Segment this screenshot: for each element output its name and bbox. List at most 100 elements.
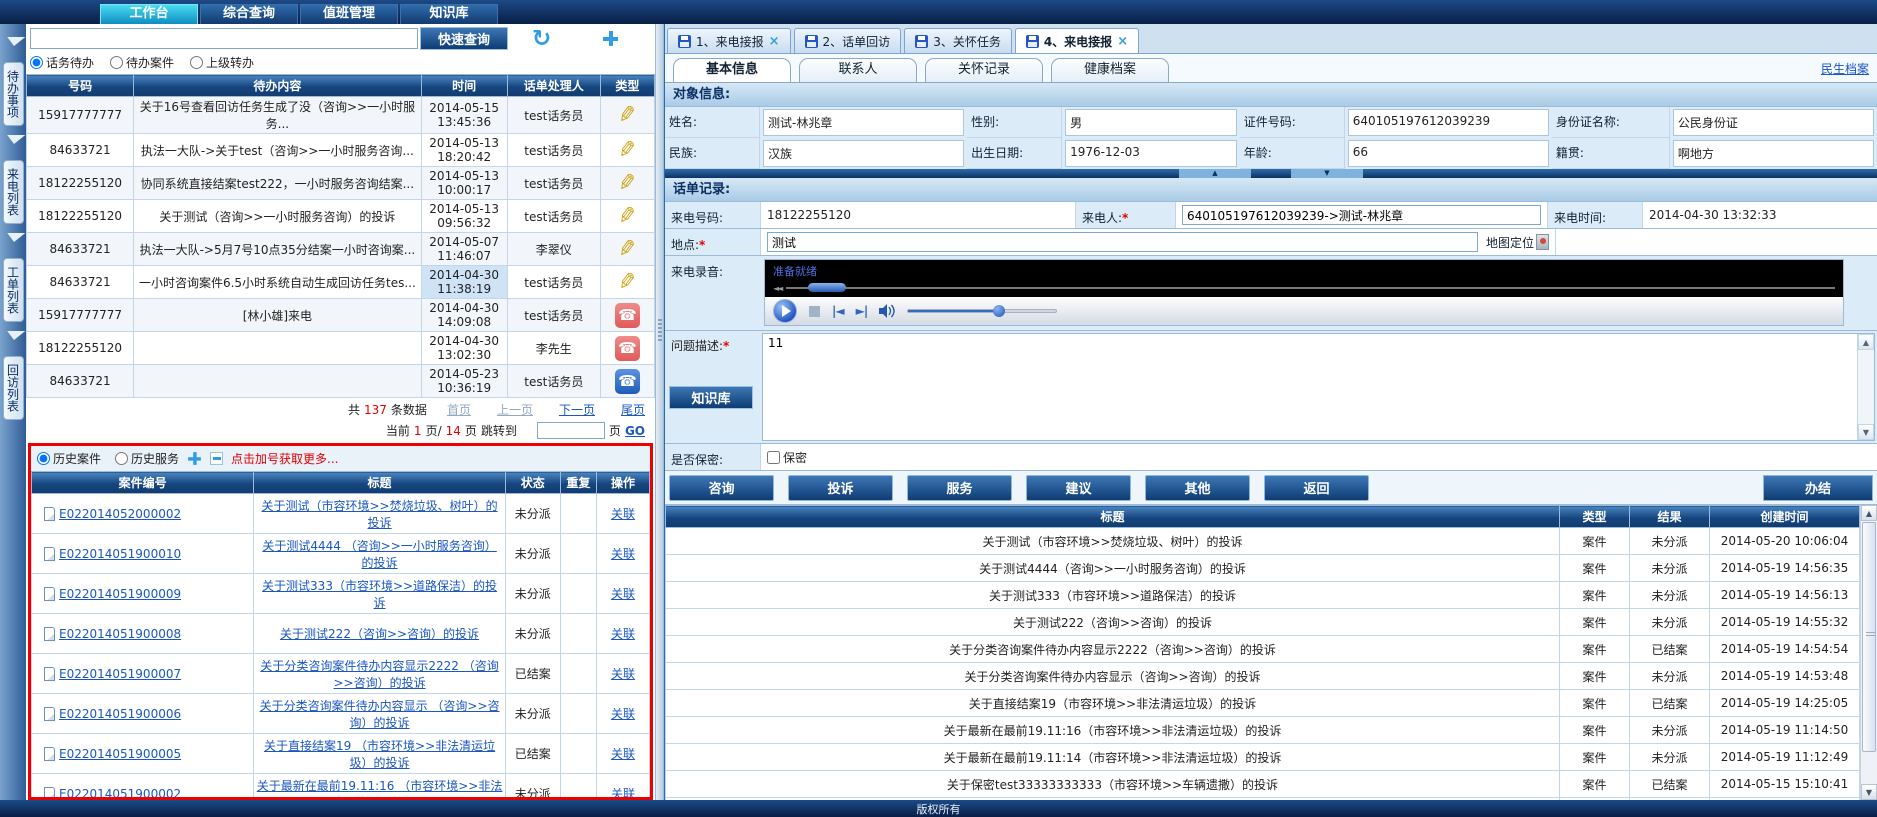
pager-link[interactable]: 上一页 xyxy=(497,401,533,418)
table-row[interactable]: 关于测试222（咨询>>咨询）的投诉 案件 未分派 2014-05-19 14:… xyxy=(666,609,1860,636)
map-locate-button[interactable]: 地图定位 xyxy=(1486,234,1549,251)
table-row[interactable]: 关于测试4444（咨询>>一小时服务咨询）的投诉 案件 未分派 2014-05-… xyxy=(666,555,1860,582)
table-row[interactable]: 关于分类咨询案件待办内容显示（咨询>>咨询）的投诉 案件 未分派 2014-05… xyxy=(666,663,1860,690)
case-id-link[interactable]: E022014051900002 xyxy=(59,787,181,801)
table-row[interactable]: 84633721 2014-05-23 10:36:19 test话务员 xyxy=(27,365,655,398)
table-row[interactable]: 关于分类咨询案件待办内容显示2222（咨询>>咨询）的投诉 案件 已结案 201… xyxy=(666,636,1860,663)
action-button[interactable]: 服务 xyxy=(907,475,1012,501)
table-row[interactable]: ▶ E022014051900009 关于测试333（市容环境>>道路保洁）的投… xyxy=(32,574,650,614)
search-input[interactable] xyxy=(30,28,418,49)
type-icon[interactable] xyxy=(615,336,640,361)
case-id-link[interactable]: E022014052000002 xyxy=(59,507,181,521)
todo-filter-radio[interactable]: 话务待办 xyxy=(30,54,94,71)
case-id-link[interactable]: E022014051900005 xyxy=(59,747,181,761)
info-subtab[interactable]: 关怀记录 xyxy=(925,58,1043,82)
case-title-link[interactable]: 关于分类咨询案件待办内容显示 （咨询>>咨询）的投诉 xyxy=(260,699,500,730)
pager-link[interactable]: 尾页 xyxy=(621,401,645,418)
radio-input[interactable] xyxy=(30,56,43,69)
quick-search-button[interactable]: 快速查询 xyxy=(420,27,508,50)
history-filter-radio[interactable]: 历史案件 xyxy=(37,450,101,467)
description-textarea[interactable]: 11 xyxy=(763,334,1857,440)
case-title-link[interactable]: 关于最新在最前19.11:16 （市容环境>>非法清运垃圾）的投诉 xyxy=(257,779,503,801)
case-title-link[interactable]: 关于测试333（市容环境>>道路保洁）的投诉 xyxy=(262,579,497,610)
case-id-link[interactable]: E022014051900009 xyxy=(59,587,181,601)
address-input[interactable] xyxy=(767,232,1478,252)
table-row[interactable]: 关于保密test33333333333（市容环境>>车辆遗撒）的投诉 案件 已结… xyxy=(666,771,1860,798)
type-icon[interactable] xyxy=(615,303,640,328)
table-row[interactable]: 关于最新在最前19.11:16（市容环境>>非法清运垃圾）的投诉 案件 未分派 … xyxy=(666,717,1860,744)
todo-filter-radio[interactable]: 待办案件 xyxy=(110,54,174,71)
nav-tab[interactable]: 值班管理 xyxy=(300,4,398,24)
session-tab[interactable]: 3、关怀任务 xyxy=(904,28,1012,53)
expand-more-icon[interactable] xyxy=(188,452,201,465)
scroll-down-icon[interactable]: ▼ xyxy=(1858,424,1874,440)
seek-bar[interactable]: ◄◄ xyxy=(773,283,1835,293)
info-subtab[interactable]: 基本信息 xyxy=(673,58,791,82)
pager-link[interactable]: 下一页 xyxy=(559,401,595,418)
sidebar-item[interactable]: 回访列表 xyxy=(3,356,24,420)
table-row[interactable]: ▶ E022014051900010 关于测试4444 （咨询>>一小时服务咨询… xyxy=(32,534,650,574)
case-title-link[interactable]: 关于测试（市容环境>>焚烧垃圾、树叶）的投诉 xyxy=(262,499,498,530)
volume-icon[interactable] xyxy=(879,304,895,318)
type-icon[interactable] xyxy=(618,204,636,229)
relate-link[interactable]: 关联 xyxy=(611,787,635,800)
next-button[interactable]: ►| xyxy=(856,304,868,318)
pager-link[interactable]: 首页 xyxy=(447,401,471,418)
collapse-icon[interactable] xyxy=(210,452,223,465)
results-scrollbar[interactable]: ▲ ▼ xyxy=(1860,505,1877,800)
type-icon[interactable] xyxy=(618,138,636,163)
table-row[interactable]: ▶ E022014051900002 关于最新在最前19.11:16 （市容环境… xyxy=(32,774,650,801)
session-tab[interactable]: 1、来电接报 × xyxy=(667,28,791,53)
panel-splitter[interactable] xyxy=(655,24,664,800)
table-row[interactable]: 18122255120 关于测试（咨询>>一小时服务咨询）的投诉 2014-05… xyxy=(27,200,655,233)
table-row[interactable]: ▶ E022014051900006 关于分类咨询案件待办内容显示 （咨询>>咨… xyxy=(32,694,650,734)
case-title-link[interactable]: 关于测试222（咨询>>咨询）的投诉 xyxy=(280,627,479,641)
case-id-link[interactable]: E022014051900006 xyxy=(59,707,181,721)
scrollbar-thumb[interactable] xyxy=(1862,522,1876,752)
relate-link[interactable]: 关联 xyxy=(611,707,635,721)
table-row[interactable]: 关于最新在最前19.11:14（市容环境>>非法清运垃圾）的投诉 案件 未分派 … xyxy=(666,744,1860,771)
table-row[interactable]: ▶ E022014051900005 关于直接结案19 （市容环境>>非法清运垃… xyxy=(32,734,650,774)
radio-input[interactable] xyxy=(115,452,128,465)
volume-thumb[interactable] xyxy=(993,305,1005,317)
checkbox-input[interactable] xyxy=(767,451,780,464)
sidebar-item[interactable]: 工单列表 xyxy=(3,258,24,322)
close-icon[interactable]: × xyxy=(769,34,780,49)
session-tab[interactable]: 4、来电接报 × xyxy=(1015,28,1139,53)
action-button[interactable]: 建议 xyxy=(1026,475,1131,501)
case-id-link[interactable]: E022014051900008 xyxy=(59,627,181,641)
horizontal-splitter[interactable]: ▲ ▼ xyxy=(665,169,1877,178)
table-row[interactable]: ▶ E022014051900008 关于测试222（咨询>>咨询）的投诉 未分… xyxy=(32,614,650,654)
callee-input[interactable] xyxy=(1182,205,1541,225)
table-row[interactable]: 15917777777 关于16号查看回访任务生成了没（咨询>>一小时服务...… xyxy=(27,97,655,134)
relate-link[interactable]: 关联 xyxy=(611,747,635,761)
close-icon[interactable]: × xyxy=(1117,34,1128,49)
previous-button[interactable]: |◄ xyxy=(832,304,844,318)
radio-input[interactable] xyxy=(190,56,203,69)
knowledge-base-button[interactable]: 知识库 xyxy=(669,386,753,409)
history-filter-radio[interactable]: 历史服务 xyxy=(115,450,179,467)
type-icon[interactable] xyxy=(618,171,636,196)
table-row[interactable]: 关于直接结案19（市容环境>>非法清运垃圾）的投诉 案件 已结案 2014-05… xyxy=(666,690,1860,717)
sidebar-item[interactable]: 来电列表 xyxy=(3,160,24,224)
case-id-link[interactable]: E022014051900010 xyxy=(59,547,181,561)
table-row[interactable]: 84633721 执法一大队->关于test（咨询>>一小时服务咨询... 20… xyxy=(27,134,655,167)
rewind-icon[interactable]: ◄◄ xyxy=(773,284,781,293)
table-row[interactable]: 84633721 一小时咨询案件6.5小时系统自动生成回访任务tes... 20… xyxy=(27,266,655,299)
finish-button[interactable]: 办结 xyxy=(1763,475,1873,501)
nav-tab[interactable]: 工作台 xyxy=(100,4,198,24)
radio-input[interactable] xyxy=(37,452,50,465)
table-row[interactable]: 关于测试（市容环境>>焚烧垃圾、树叶）的投诉 案件 未分派 2014-05-20… xyxy=(666,528,1860,555)
info-subtab[interactable]: 健康档案 xyxy=(1051,58,1169,82)
table-row[interactable]: 关于测试333（市容环境>>道路保洁）的投诉 案件 未分派 2014-05-19… xyxy=(666,582,1860,609)
seek-track[interactable] xyxy=(786,287,1835,289)
case-id-link[interactable]: E022014051900007 xyxy=(59,667,181,681)
action-button[interactable]: 其他 xyxy=(1145,475,1250,501)
relate-link[interactable]: 关联 xyxy=(611,627,635,641)
table-row[interactable]: 18122255120 协同系统直接结案test222，一小时服务咨询结案...… xyxy=(27,167,655,200)
table-row[interactable]: 18122255120 2014-04-30 13:02:30 李先生 xyxy=(27,332,655,365)
collapse-up-icon[interactable]: ▲ xyxy=(1179,169,1251,178)
todo-filter-radio[interactable]: 上级转办 xyxy=(190,54,254,71)
secret-checkbox[interactable]: 保密 xyxy=(767,449,807,466)
table-row[interactable]: 15917777777 [林小雄]来电 2014-04-30 14:09:08 … xyxy=(27,299,655,332)
